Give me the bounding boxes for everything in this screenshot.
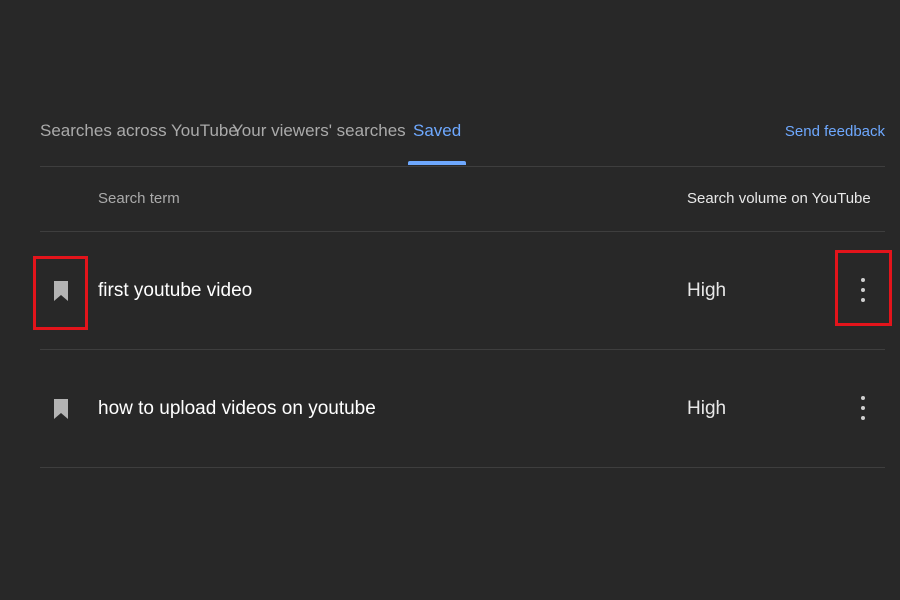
active-tab-indicator xyxy=(408,161,467,165)
bookmark-icon[interactable] xyxy=(53,280,69,302)
tab-saved[interactable]: Saved xyxy=(408,100,467,165)
search-volume: High xyxy=(687,280,727,301)
tab-searches-across-youtube[interactable]: Searches across YouTube xyxy=(40,100,238,165)
tab-label: Saved xyxy=(413,121,462,140)
tab-bar: Searches across YouTube Your viewers' se… xyxy=(40,100,885,167)
more-options-icon[interactable] xyxy=(853,394,873,422)
table-row[interactable]: how to upload videos on youtube High xyxy=(40,350,885,468)
search-term: how to upload videos on youtube xyxy=(98,398,376,419)
send-feedback-link[interactable]: Send feedback xyxy=(785,123,885,140)
column-header-search-volume[interactable]: Search volume on YouTube xyxy=(687,190,871,207)
tab-label: Searches across YouTube xyxy=(40,121,238,140)
tab-your-viewers-searches[interactable]: Your viewers' searches xyxy=(232,100,406,165)
column-header-search-term: Search term xyxy=(98,190,180,207)
saved-searches-page: Searches across YouTube Your viewers' se… xyxy=(0,0,900,600)
more-options-icon[interactable] xyxy=(853,276,873,304)
search-term: first youtube video xyxy=(98,280,253,301)
saved-searches-table: Search term Search volume on YouTube fir… xyxy=(40,166,885,468)
table-row[interactable]: first youtube video High xyxy=(40,232,885,350)
search-volume: High xyxy=(687,398,727,419)
tab-label: Your viewers' searches xyxy=(232,121,406,140)
table-header: Search term Search volume on YouTube xyxy=(40,166,885,232)
bookmark-icon[interactable] xyxy=(53,398,69,420)
